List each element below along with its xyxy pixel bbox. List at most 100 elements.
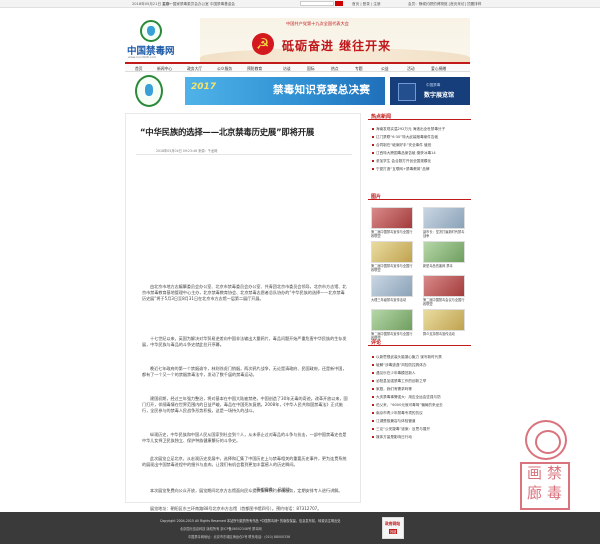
seal-char: 廊 bbox=[527, 484, 543, 502]
photo-caption[interactable]: 大理三年级禁毒宣传活动 bbox=[371, 298, 415, 302]
seal-char: 禁 bbox=[547, 464, 563, 482]
nav-item-government[interactable]: 政务大厅 bbox=[187, 66, 202, 72]
bullet-icon bbox=[372, 364, 374, 366]
bullet-icon bbox=[372, 160, 374, 162]
footer-address: 中国禁毒网地址：北京市东城区海运仓2号 联系电话：(010) 88000336 bbox=[188, 535, 291, 539]
seal-char: 毒 bbox=[547, 484, 563, 502]
site-logo-icon[interactable] bbox=[140, 20, 162, 42]
news-photo[interactable] bbox=[423, 241, 465, 263]
member-links[interactable]: 会员：静候约顾的博物馆 [首页采访] 顶置排称 bbox=[408, 2, 481, 7]
article-paragraph: 纵观历史，中华民族和中国人民从国家到社会到个人，从未停止过对毒品的斗争与抗击，一… bbox=[142, 432, 347, 443]
list-item[interactable]: 宁夏打造“互联网+禁毒教育”品牌 bbox=[372, 167, 429, 172]
list-item[interactable]: 海南发现实温292万元 海洛出全世禁毒分子 bbox=[372, 127, 445, 132]
nav-item-charity[interactable]: 公益 bbox=[381, 66, 389, 72]
news-photo[interactable] bbox=[371, 241, 413, 263]
news-photo[interactable] bbox=[371, 309, 413, 331]
badge-report: 找错 bbox=[389, 529, 398, 534]
anti-drug-emblem-icon[interactable] bbox=[135, 75, 163, 107]
nav-item-topics[interactable]: 专题 bbox=[355, 66, 363, 72]
photo-caption[interactable]: 第二届中国禁毒宣传与全国行政联盟 bbox=[371, 264, 415, 272]
news-photo[interactable] bbox=[371, 207, 413, 229]
article-paragraph: 十七世纪以来，英国为解决对华贸易逆差向中国非法输出大量鸦片，毒品问题开始严重危害… bbox=[142, 336, 347, 347]
top-utility-bar: 2018年05月21日 星期一 主办：国家禁毒委员会办公室 中国禁毒基金会 首页… bbox=[0, 0, 600, 8]
bullet-icon bbox=[372, 428, 374, 430]
pictures-header: 图片 bbox=[368, 193, 471, 200]
news-photo[interactable] bbox=[423, 207, 465, 229]
badge-title: 政府网站 bbox=[385, 521, 401, 526]
list-item[interactable]: 媒体方量是影响日行动 bbox=[372, 435, 412, 440]
bullet-icon bbox=[372, 372, 374, 374]
search-input[interactable] bbox=[300, 1, 334, 6]
account-links[interactable]: 首页 | 登录 | 注册 bbox=[352, 2, 381, 7]
promo-strip: 2017 禁毒知识竞赛总决赛 中国禁毒 数字展览馆 bbox=[125, 75, 470, 109]
bullet-icon bbox=[372, 152, 374, 154]
news-photo[interactable] bbox=[423, 309, 465, 331]
list-item[interactable]: 泌阳县加强禁毒工作的创新之举 bbox=[372, 379, 426, 384]
article-paragraph: 本次展览免费向公众开放，展览期间北京方志馆面向民众提供集体预约参观服务，定期安排… bbox=[150, 488, 343, 493]
nav-item-hot[interactable]: 热点 bbox=[331, 66, 339, 72]
bullet-icon bbox=[372, 356, 374, 358]
host-links[interactable]: 主办：国家禁毒委员会办公室 中国禁毒基金会 bbox=[162, 2, 235, 7]
quiz-title: 禁毒知识竞赛总决赛 bbox=[273, 84, 371, 96]
exhibition-org: 中国禁毒 bbox=[426, 83, 441, 87]
list-item[interactable]: 南京市青少年禁毒专项的抗议 bbox=[372, 411, 423, 416]
list-item[interactable]: 破解“涉毒逃逸”风险防控具体办 bbox=[372, 363, 426, 368]
footer-license: 北京国元信息科技 版权所有 京ICP备06002348号 禁毒网 bbox=[180, 527, 262, 531]
search-button[interactable] bbox=[335, 1, 343, 6]
article-paragraph: 建国初期，经过三年强力整治，将对基本在中国大陆被禁绝，中国创造了30年无毒的奇迹… bbox=[142, 396, 348, 413]
photo-caption[interactable]: 第二届中国禁毒会议与全国行政联盟 bbox=[423, 298, 467, 306]
list-item[interactable]: 三论“公安疑毒”谜案：反思与展开 bbox=[372, 427, 430, 432]
nav-item-interview[interactable]: 访谈 bbox=[283, 66, 291, 72]
banner-slogan: 砥砺奋进 继往开来 bbox=[282, 39, 392, 53]
gallery-seal-stamp[interactable]: 禁 毒 画 廊 bbox=[517, 420, 573, 512]
list-item[interactable]: 合同制在“破案好手”安全事件 值班 bbox=[372, 143, 431, 148]
article-paragraph: 此次展览立足北京，从宏观历史发展中，选择和汇集了中国历史上与禁毒相关的重要历史事… bbox=[142, 456, 347, 467]
nav-item-services[interactable]: 公众服务 bbox=[217, 66, 232, 72]
list-item[interactable]: 伯父来，“6000元就可毒驾”骗局的来龙去 bbox=[372, 403, 443, 408]
list-item[interactable]: 大庆禁毒事警强大：用应全运会坚强与防 bbox=[372, 395, 441, 400]
article-editor: 责任编辑： 吕爱玲 bbox=[256, 487, 291, 492]
list-item[interactable]: 江西特大跨国毒品案告破 缴获冰毒14 bbox=[372, 151, 436, 156]
banner-congress-text: 中国共产党第十九次全国代表大会 bbox=[286, 21, 349, 26]
list-item[interactable]: 家庭，我们有需求吗等 bbox=[372, 387, 412, 392]
list-item[interactable]: 遇见乐在少年毒模范新人 bbox=[372, 371, 416, 376]
list-item[interactable]: 以新思想武装头脑凝心聚力 谋写新时代禁 bbox=[372, 355, 442, 360]
bullet-icon bbox=[372, 380, 374, 382]
photo-caption[interactable]: 第二届中国禁毒宣传与全国行政联盟 bbox=[371, 230, 415, 238]
photo-caption[interactable]: 群众支持禁毒宣传活动 bbox=[423, 332, 467, 336]
list-item[interactable]: 辽门禁联“6·30”特大武装贩毒案件告破 bbox=[372, 135, 438, 140]
nav-item-home[interactable]: 首页 bbox=[135, 66, 143, 72]
nav-item-events[interactable]: 活动 bbox=[407, 66, 415, 72]
site-url: www.nncc626.com bbox=[128, 55, 157, 59]
bullet-icon bbox=[372, 168, 374, 170]
site-header: 中国禁毒网 www.nncc626.com 中国共产党第十九次全国代表大会 砥砺… bbox=[0, 8, 600, 68]
article-meta: 2018年05月04日 09:23:46 来源：千龙网 bbox=[156, 149, 218, 153]
header-banner: 中国共产党第十九次全国代表大会 砥砺奋进 继往开来 bbox=[200, 18, 470, 68]
hot-news-header: 热点新闻 bbox=[368, 113, 471, 120]
nav-item-international[interactable]: 国际 bbox=[307, 66, 315, 72]
seal-cloud-icon bbox=[525, 420, 567, 460]
list-item[interactable]: 江湖是极兼容与体验管道 bbox=[372, 419, 416, 424]
article-panel: “中华民族的选择——北京禁毒历史展”即将开展 2018年05月04日 09:23… bbox=[125, 113, 361, 511]
list-item[interactable]: 参加学生 会合数打开创全国规模化 bbox=[372, 159, 431, 164]
bullet-icon bbox=[372, 404, 374, 406]
quiz-final-banner[interactable]: 2017 禁毒知识竞赛总决赛 bbox=[185, 77, 385, 105]
news-photo[interactable] bbox=[371, 275, 413, 297]
nav-item-donation[interactable]: 爱心捐赠 bbox=[431, 66, 446, 72]
photo-caption[interactable]: 新型毒品伤害网 禁毒 bbox=[423, 264, 467, 268]
nav-item-news[interactable]: 新闻中心 bbox=[157, 66, 172, 72]
bullet-icon bbox=[372, 412, 374, 414]
exhibition-title: 数字展览馆 bbox=[424, 92, 455, 99]
article-paragraph: 晚近七年政府的第一个禁烟谕令，林则徐虎门销烟，两次鸦片战争，无论是清政府、民国政… bbox=[142, 366, 347, 377]
gov-site-badge[interactable]: 政府网站 找错 bbox=[382, 517, 404, 539]
party-emblem-icon bbox=[252, 33, 274, 55]
news-photo[interactable] bbox=[423, 275, 465, 297]
article-paragraph: 由北京市地方志编纂委员会办公室、北京市禁毒委员会办公室、共青团北京市委员会领导，… bbox=[142, 284, 347, 301]
digital-exhibition-banner[interactable]: 中国禁毒 数字展览馆 bbox=[390, 77, 470, 105]
comments-title: 评论 bbox=[371, 340, 382, 346]
photo-caption[interactable]: 副市长：坚决打赢新时代禁毒战争 bbox=[423, 230, 467, 238]
title-divider bbox=[136, 154, 352, 155]
site-footer: Copyright 2004-2015 All Rights Reserved … bbox=[0, 512, 600, 544]
nav-item-education[interactable]: 预防教育 bbox=[247, 66, 262, 72]
bullet-icon bbox=[372, 436, 374, 438]
